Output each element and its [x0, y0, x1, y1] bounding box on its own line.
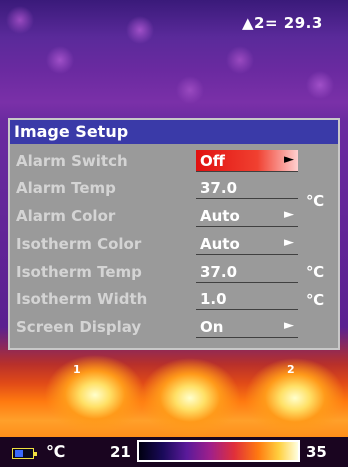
arrow-right-icon: ►	[284, 207, 294, 222]
color-palette-bar	[137, 440, 300, 462]
menu-item-label: Isotherm Color	[16, 235, 142, 253]
range-max-value: 35	[306, 443, 327, 461]
spot-label: ▲2=	[242, 14, 279, 32]
menu-item-alarm-temp[interactable]: Alarm Temp 37.0	[10, 177, 338, 201]
isotherm-width-field[interactable]: 1.0	[196, 288, 298, 310]
menu-item-label: Alarm Temp	[16, 179, 116, 197]
alarm-switch-select[interactable]: Off ►	[196, 150, 298, 172]
alarm-temp-unit: ℃	[306, 192, 325, 210]
menu-item-value: Auto	[200, 207, 240, 225]
menu-item-label: Alarm Color	[16, 207, 116, 225]
isotherm-temp-unit: ℃	[306, 263, 325, 281]
spot-temperature-readout: ▲2= 29.3	[242, 14, 323, 32]
menu-item-value: 37.0	[200, 179, 238, 197]
arrow-right-icon: ►	[284, 235, 294, 250]
spot-value: 29.3	[283, 14, 323, 32]
alarm-temp-field[interactable]: 37.0	[196, 177, 298, 199]
image-setup-menu: Image Setup Alarm Switch Off ► Alarm Tem…	[8, 118, 340, 350]
alarm-color-select[interactable]: Auto ►	[196, 205, 298, 227]
menu-item-label: Alarm Switch	[16, 152, 128, 170]
menu-item-value: Off	[200, 152, 225, 170]
menu-item-isotherm-temp[interactable]: Isotherm Temp 37.0	[10, 261, 338, 285]
status-bar: ℃ 21 35	[0, 437, 348, 467]
menu-item-value: 1.0	[200, 290, 227, 308]
menu-item-isotherm-width[interactable]: Isotherm Width 1.0	[10, 288, 338, 312]
arrow-right-icon: ►	[284, 318, 294, 333]
measure-point-marker-1: 1	[73, 363, 81, 376]
menu-item-alarm-color[interactable]: Alarm Color Auto ►	[10, 205, 338, 229]
menu-title: Image Setup	[10, 120, 338, 144]
menu-item-alarm-switch[interactable]: Alarm Switch Off ►	[10, 150, 338, 174]
menu-item-label: Isotherm Temp	[16, 263, 142, 281]
isotherm-color-select[interactable]: Auto ►	[196, 233, 298, 255]
measure-point-marker-2: 2	[287, 363, 295, 376]
menu-item-label: Screen Display	[16, 318, 142, 336]
range-min-value: 21	[110, 443, 131, 461]
menu-item-screen-display[interactable]: Screen Display On ►	[10, 316, 338, 340]
menu-item-isotherm-color[interactable]: Isotherm Color Auto ►	[10, 233, 338, 257]
menu-item-value: On	[200, 318, 224, 336]
menu-item-value: 37.0	[200, 263, 238, 281]
screen-display-select[interactable]: On ►	[196, 316, 298, 338]
isotherm-temp-field[interactable]: 37.0	[196, 261, 298, 283]
menu-item-value: Auto	[200, 235, 240, 253]
arrow-right-icon: ►	[284, 152, 294, 167]
temperature-unit: ℃	[46, 442, 66, 461]
battery-icon	[12, 448, 37, 459]
isotherm-width-unit: ℃	[306, 291, 325, 309]
menu-item-label: Isotherm Width	[16, 290, 148, 308]
